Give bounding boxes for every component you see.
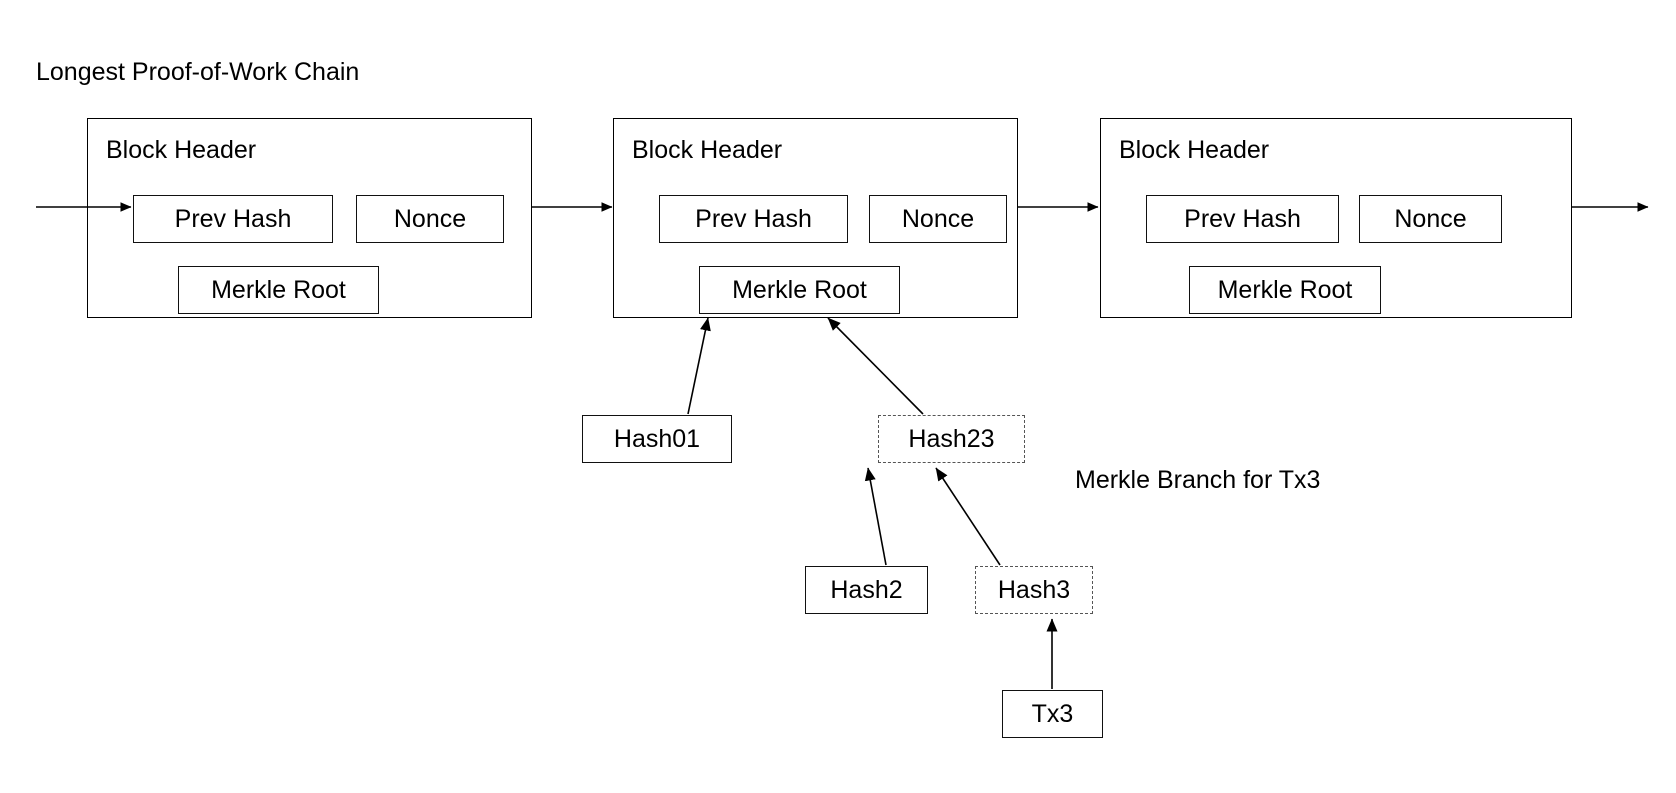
block-2-nonce[interactable]: Nonce [869,195,1007,243]
block-3[interactable]: Block Header Prev Hash Nonce Merkle Root [1100,118,1572,318]
merkle-node-hash01[interactable]: Hash01 [582,415,732,463]
block-2-prev-hash[interactable]: Prev Hash [659,195,848,243]
block-3-nonce[interactable]: Nonce [1359,195,1502,243]
block-2-header-label: Block Header [632,136,783,164]
diagram-canvas: Longest Proof-of-Work Chain Block Header… [0,0,1676,793]
arrow-hash3-to-hash23 [935,467,1001,566]
arrow-hash23-to-merkle-root [827,317,924,415]
merkle-node-hash23[interactable]: Hash23 [878,415,1025,463]
diagram-title: Longest Proof-of-Work Chain [36,58,360,86]
block-1-prev-hash[interactable]: Prev Hash [133,195,333,243]
block-3-prev-hash[interactable]: Prev Hash [1146,195,1339,243]
block-1[interactable]: Block Header Prev Hash Nonce Merkle Root [87,118,532,318]
block-3-header-label: Block Header [1119,136,1270,164]
block-2[interactable]: Block Header Prev Hash Nonce Merkle Root [613,118,1018,318]
block-1-header-label: Block Header [106,136,257,164]
arrow-hash01-to-merkle-root [687,317,711,415]
block-1-merkle-root[interactable]: Merkle Root [178,266,379,314]
block-3-merkle-root[interactable]: Merkle Root [1189,266,1381,314]
block-1-nonce[interactable]: Nonce [356,195,504,243]
merkle-branch-note: Merkle Branch for Tx3 [1075,466,1321,494]
arrow-hash2-to-hash23 [864,467,887,566]
merkle-node-hash3[interactable]: Hash3 [975,566,1093,614]
merkle-node-hash2[interactable]: Hash2 [805,566,928,614]
block-2-merkle-root[interactable]: Merkle Root [699,266,900,314]
merkle-node-tx3[interactable]: Tx3 [1002,690,1103,738]
